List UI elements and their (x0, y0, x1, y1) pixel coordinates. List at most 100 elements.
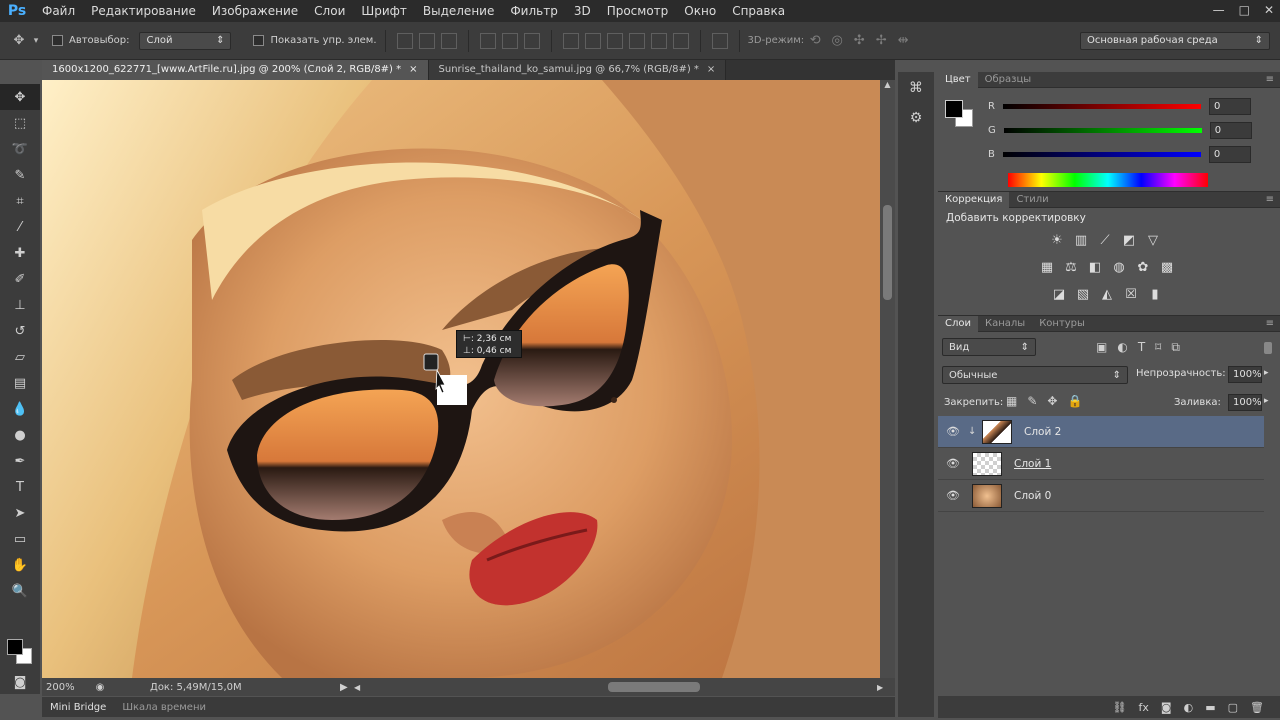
menu-edit[interactable]: Редактирование (83, 0, 204, 22)
horizontal-scrollbar[interactable] (368, 678, 877, 696)
add-mask-icon[interactable]: ◙ (1161, 701, 1172, 714)
document-canvas[interactable]: ⊢: 2,36 см ⊥: 0,46 см (42, 80, 880, 678)
quick-mask-icon[interactable]: ◙ (0, 669, 40, 695)
blend-mode-dropdown[interactable]: Обычные ⇕ (942, 366, 1128, 384)
mini-bridge-tab[interactable]: Mini Bridge (42, 702, 114, 713)
menu-view[interactable]: Просмотр (599, 0, 677, 22)
panel-menu-icon[interactable]: ≡ (1266, 74, 1274, 85)
g-value[interactable]: 0 (1209, 122, 1252, 139)
history-brush-tool-icon[interactable]: ↺ (0, 318, 40, 344)
close-icon[interactable]: × (707, 60, 715, 80)
tab-color[interactable]: Цвет (938, 71, 978, 88)
layer-row[interactable]: 👁 Слой 0 (938, 480, 1264, 512)
clone-stamp-tool-icon[interactable]: ⊥ (0, 292, 40, 318)
doc-tab-sunrise[interactable]: Sunrise_thailand_ko_samui.jpg @ 66,7% (R… (428, 60, 727, 80)
zoom-tool-icon[interactable]: 🔍 (0, 578, 40, 604)
align-right-icon[interactable] (523, 32, 540, 49)
image-filter-icon[interactable]: ▣ (1096, 340, 1107, 355)
fill-value[interactable]: 100% (1228, 394, 1262, 411)
delete-layer-icon[interactable]: 🗑 (1250, 701, 1264, 714)
distribute-top-icon[interactable] (562, 32, 579, 49)
photo-filter-icon[interactable]: ◍ (1110, 259, 1128, 277)
align-hcenter-icon[interactable] (501, 32, 518, 49)
lasso-tool-icon[interactable]: ➰ (0, 136, 40, 162)
rectangle-tool-icon[interactable]: ▭ (0, 526, 40, 552)
lock-all-icon[interactable]: 🔒 (1067, 394, 1082, 408)
distribute-vcenter-icon[interactable] (584, 32, 601, 49)
path-select-tool-icon[interactable]: ➤ (0, 500, 40, 526)
3d-scale-icon[interactable]: ⇹ (892, 30, 914, 52)
layer-row[interactable]: 👁 ↓ Слой 2 (938, 416, 1264, 448)
dodge-tool-icon[interactable]: ● (0, 422, 40, 448)
layer-name[interactable]: Слой 0 (1014, 490, 1051, 502)
link-layers-icon[interactable]: ⛓ (1113, 701, 1127, 714)
layer-name[interactable]: Слой 2 (1024, 426, 1061, 438)
levels-icon[interactable]: ▥ (1072, 232, 1090, 250)
minimize-button[interactable]: — (1213, 0, 1225, 20)
menu-window[interactable]: Окно (676, 0, 724, 22)
lock-position-icon[interactable]: ✥ (1047, 394, 1057, 408)
hand-tool-icon[interactable]: ✋ (0, 552, 40, 578)
channel-mixer-icon[interactable]: ✿ (1134, 259, 1152, 277)
tab-swatches[interactable]: Образцы (978, 72, 1039, 88)
fill-arrow-icon[interactable]: ▸ (1264, 396, 1269, 406)
layer-name[interactable]: Слой 1 (1014, 458, 1051, 470)
status-options-icon[interactable]: ◉ (90, 682, 110, 693)
black-white-icon[interactable]: ◧ (1086, 259, 1104, 277)
color-lookup-icon[interactable]: ▩ (1158, 259, 1176, 277)
align-vcenter-icon[interactable] (418, 32, 435, 49)
color-fg-swatch[interactable] (945, 100, 963, 118)
type-filter-icon[interactable]: T (1138, 340, 1145, 355)
menu-help[interactable]: Справка (724, 0, 793, 22)
eye-icon[interactable]: 👁 (938, 489, 968, 502)
threshold-icon[interactable]: ◭ (1098, 286, 1116, 304)
maximize-button[interactable]: □ (1239, 0, 1250, 20)
layer-row[interactable]: 👁 Слой 1 (938, 448, 1264, 480)
menu-type[interactable]: Шрифт (353, 0, 415, 22)
marquee-tool-icon[interactable]: ⬚ (0, 110, 40, 136)
doc-tab-artfile[interactable]: 1600x1200_622771_[www.ArtFile.ru].jpg @ … (42, 60, 429, 80)
tab-channels[interactable]: Каналы (978, 316, 1032, 332)
menu-select[interactable]: Выделение (415, 0, 502, 22)
lock-transparency-icon[interactable]: ▦ (1006, 394, 1017, 408)
shape-filter-icon[interactable]: ⌑ (1155, 340, 1161, 355)
tab-adjustments[interactable]: Коррекция (938, 191, 1010, 208)
3d-pan-icon[interactable]: ✣ (848, 30, 870, 52)
curves-icon[interactable]: ⟋ (1096, 232, 1114, 250)
vertical-scroll-thumb[interactable] (883, 205, 892, 300)
distribute-bottom-icon[interactable] (606, 32, 623, 49)
eye-icon[interactable]: 👁 (938, 425, 968, 438)
properties-panel-icon[interactable]: ⚙ (903, 110, 929, 132)
close-window-button[interactable]: ✕ (1264, 0, 1274, 20)
invert-icon[interactable]: ◪ (1050, 286, 1068, 304)
tab-paths[interactable]: Контуры (1032, 316, 1092, 332)
eye-icon[interactable]: 👁 (938, 457, 968, 470)
3d-roll-icon[interactable]: ◎ (826, 30, 848, 52)
vibrance-icon[interactable]: ▽ (1144, 232, 1162, 250)
new-adjustment-icon[interactable]: ◐ (1184, 701, 1194, 714)
eraser-tool-icon[interactable]: ▱ (0, 344, 40, 370)
r-value[interactable]: 0 (1208, 98, 1251, 115)
brush-tool-icon[interactable]: ✐ (0, 266, 40, 292)
move-tool-icon[interactable]: ✥ (8, 30, 30, 52)
opacity-value[interactable]: 100% (1228, 366, 1262, 383)
close-icon[interactable]: × (409, 60, 417, 80)
menu-image[interactable]: Изображение (204, 0, 306, 22)
color-balance-icon[interactable]: ⚖ (1062, 259, 1080, 277)
menu-layers[interactable]: Слои (306, 0, 353, 22)
align-top-icon[interactable] (396, 32, 413, 49)
tab-layers[interactable]: Слои (938, 315, 978, 332)
exposure-icon[interactable]: ◩ (1120, 232, 1138, 250)
chevron-down-icon[interactable]: ▾ (30, 30, 42, 52)
quick-select-tool-icon[interactable]: ✎ (0, 162, 40, 188)
menu-3d[interactable]: 3D (566, 0, 599, 22)
align-bottom-icon[interactable] (440, 32, 457, 49)
3d-slide-icon[interactable]: ✢ (870, 30, 892, 52)
align-left-icon[interactable] (479, 32, 496, 49)
panel-menu-icon[interactable]: ≡ (1266, 194, 1274, 205)
gradient-tool-icon[interactable]: ▤ (0, 370, 40, 396)
history-panel-icon[interactable]: ⌘ (903, 80, 929, 102)
filter-toggle-icon[interactable] (1264, 342, 1272, 354)
autoselect-dropdown[interactable]: Слой ⇕ (139, 31, 232, 50)
workspace-dropdown[interactable]: Основная рабочая среда ⇕ (1080, 31, 1270, 50)
